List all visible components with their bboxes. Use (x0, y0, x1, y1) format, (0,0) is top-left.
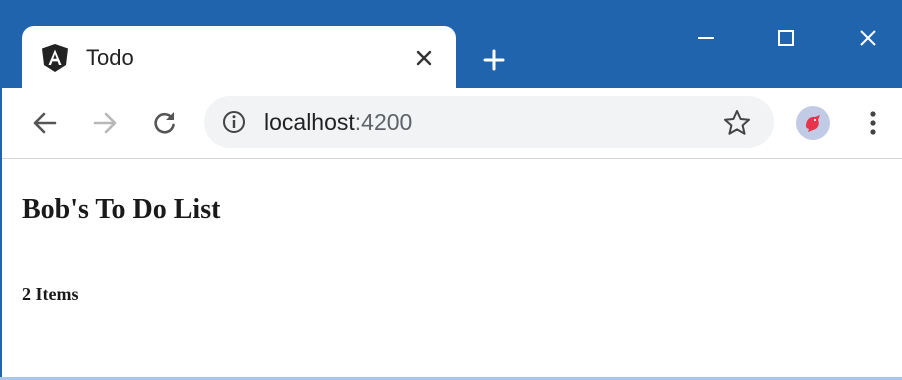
reload-button[interactable] (146, 104, 184, 142)
title-bar: Todo (0, 0, 902, 88)
browser-toolbar: localhost:4200 (0, 88, 902, 159)
tab-title: Todo (86, 45, 134, 70)
forward-button[interactable] (86, 104, 124, 142)
back-button[interactable] (26, 104, 64, 142)
maximize-icon (778, 30, 794, 46)
close-icon (416, 50, 432, 66)
close-icon (860, 30, 876, 46)
profile-avatar[interactable] (796, 106, 830, 140)
avatar-bird-icon (806, 115, 820, 132)
arrow-left-icon (33, 112, 57, 134)
tab-todo[interactable]: Todo (22, 26, 456, 88)
kebab-menu-icon (870, 111, 876, 135)
maximize-button[interactable] (766, 18, 806, 58)
page-viewport: Bob's To Do List 2 Items (0, 159, 902, 380)
minimize-button[interactable] (686, 18, 726, 58)
minimize-icon (698, 37, 714, 39)
window-left-edge (0, 88, 2, 380)
item-count: 2 Items (22, 284, 79, 304)
info-icon[interactable] (222, 110, 246, 134)
angular-logo-icon (42, 44, 68, 72)
browser-menu-button[interactable] (858, 106, 888, 140)
browser-window: Todo localhost:4200 Bob's To Do List 2 I… (0, 0, 902, 380)
url-text[interactable]: localhost:4200 (264, 107, 684, 137)
page-title: Bob's To Do List (22, 194, 221, 225)
address-bar[interactable]: localhost:4200 (204, 96, 774, 148)
plus-icon (483, 49, 505, 71)
url-host: localhost (264, 109, 355, 135)
window-close-button[interactable] (848, 18, 888, 58)
arrow-right-icon (93, 112, 117, 134)
star-icon[interactable] (722, 108, 752, 138)
url-port: :4200 (354, 109, 413, 135)
new-tab-button[interactable] (478, 44, 510, 76)
reload-icon (154, 112, 175, 134)
tab-close-button[interactable] (410, 44, 438, 72)
